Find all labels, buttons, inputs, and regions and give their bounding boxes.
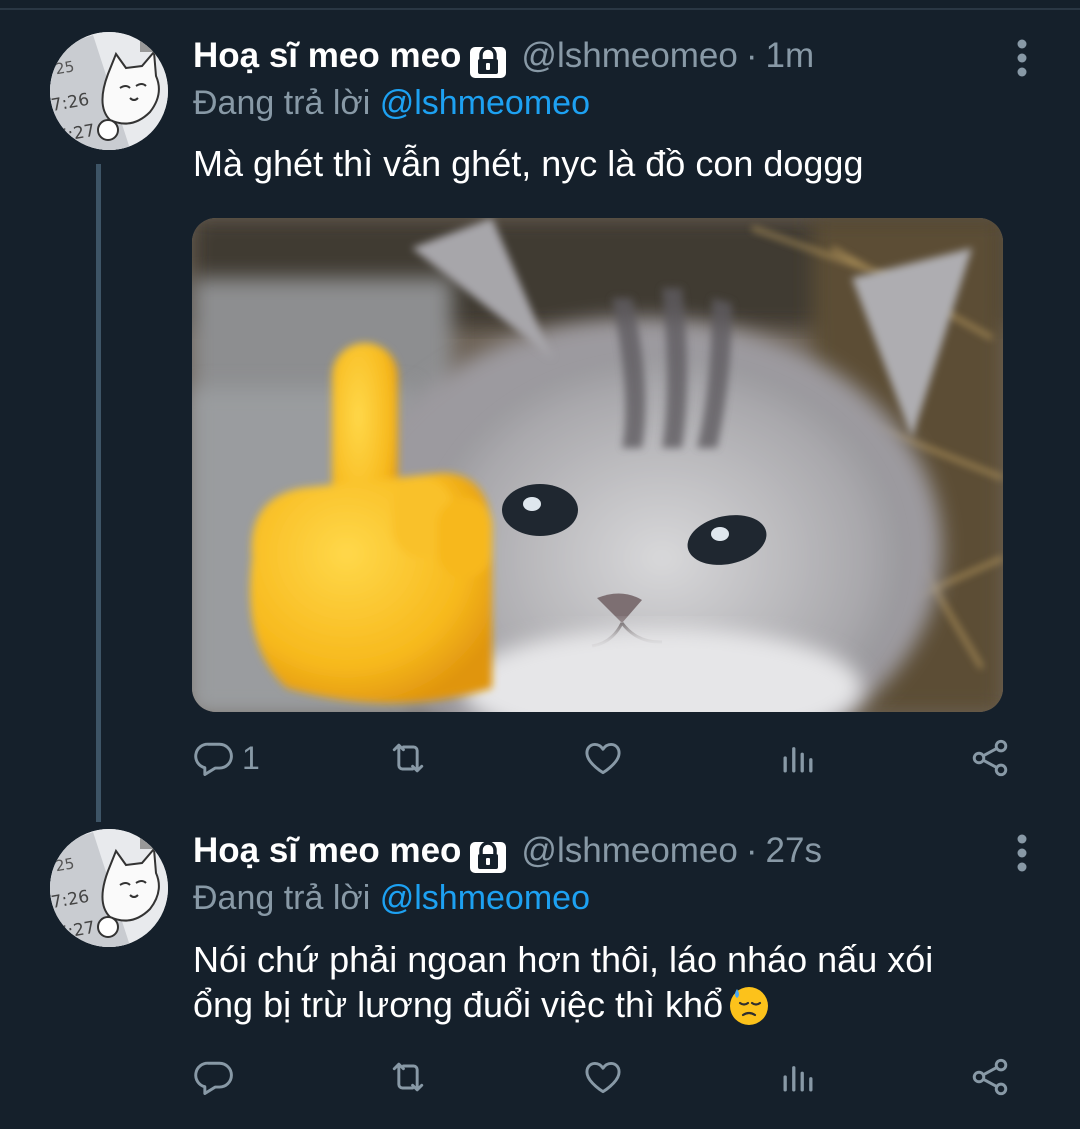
analytics-icon: [783, 1066, 813, 1092]
tweet-1[interactable]: 25 7:26 7:27 Hoạ sĩ meo meo @lshmeomeo ·…: [0, 0, 1080, 822]
more-vertical-icon[interactable]: [1010, 833, 1034, 873]
avatar-image: 25 7:26 7:27: [50, 829, 168, 947]
retweet-icon: [392, 1062, 424, 1092]
share-button[interactable]: [968, 1047, 1012, 1107]
analytics-button[interactable]: [776, 728, 820, 788]
author-handle[interactable]: @lshmeomeo: [521, 831, 737, 871]
avatar[interactable]: 25 7:26 7:27: [50, 829, 168, 947]
heart-icon: [585, 1061, 621, 1094]
reply-count: 1: [242, 739, 260, 776]
kitten-middle-finger-image: [192, 218, 1003, 712]
replying-to-mention[interactable]: @lshmeomeo: [380, 84, 590, 122]
replying-to: Đang trả lời @lshmeomeo: [193, 879, 590, 918]
author-name[interactable]: Hoạ sĩ meo meo: [193, 831, 461, 871]
tweet-header: Hoạ sĩ meo meo @lshmeomeo · 1m: [193, 36, 814, 86]
tweet-actions: [0, 1047, 1080, 1107]
retweet-icon: [392, 743, 424, 773]
lock-icon: [469, 43, 507, 79]
share-icon: [972, 1058, 1008, 1096]
retweet-button[interactable]: [386, 728, 430, 788]
author-name[interactable]: Hoạ sĩ meo meo: [193, 36, 461, 76]
separator-dot: ·: [745, 831, 758, 870]
avatar-image: 25 7:26 7:27: [50, 32, 168, 150]
timestamp[interactable]: 27s: [766, 831, 822, 871]
tweet-text-line-2: ổng bị trừ lương đuổi việc thì khổ: [193, 982, 1033, 1027]
tweet-text: Nói chứ phải ngoan hơn thôi, láo nháo nấ…: [193, 937, 1033, 1027]
tweet-text-line-1: Nói chứ phải ngoan hơn thôi, láo nháo nấ…: [193, 939, 934, 980]
replying-to-label: Đang trả lời: [193, 879, 371, 917]
tweet-header: Hoạ sĩ meo meo @lshmeomeo · 27s: [193, 831, 822, 881]
analytics-button[interactable]: [776, 1047, 820, 1107]
avatar[interactable]: 25 7:26 7:27: [50, 32, 168, 150]
tweet-text-line-2-content: ổng bị trừ lương đuổi việc thì khổ: [193, 984, 724, 1025]
tweet-media-image[interactable]: [192, 218, 1003, 712]
replying-to-label: Đang trả lời: [193, 84, 371, 122]
tweet-text: Mà ghét thì vẫn ghét, nyc là đồ con dogg…: [193, 143, 864, 184]
timestamp[interactable]: 1m: [766, 36, 815, 76]
retweet-button[interactable]: [386, 1047, 430, 1107]
share-button[interactable]: [968, 728, 1012, 788]
lock-icon: [469, 838, 507, 874]
reply-icon: [194, 742, 233, 776]
share-icon: [972, 739, 1008, 777]
tweet-2[interactable]: 25 7:26 7:27 Hoạ sĩ meo meo @lshmeomeo ·…: [0, 815, 1080, 1129]
reply-button[interactable]: [192, 1047, 242, 1107]
avatar-clock-1: 25: [54, 57, 76, 78]
analytics-icon: [783, 747, 813, 773]
avatar-clock-1: 25: [54, 854, 76, 875]
author-handle[interactable]: @lshmeomeo: [521, 36, 737, 76]
reply-icon: [194, 1061, 233, 1095]
reply-button[interactable]: 1: [192, 728, 260, 788]
downcast-face-with-sweat-emoji: [727, 983, 771, 1027]
tweet-actions: 1: [0, 728, 1080, 788]
replying-to: Đang trả lời @lshmeomeo: [193, 84, 590, 123]
like-button[interactable]: [581, 1047, 625, 1107]
like-button[interactable]: [581, 728, 625, 788]
thread-line: [96, 164, 101, 822]
replying-to-mention[interactable]: @lshmeomeo: [380, 879, 590, 917]
heart-icon: [585, 742, 621, 775]
separator-dot: ·: [745, 36, 758, 75]
more-vertical-icon[interactable]: [1010, 38, 1034, 78]
